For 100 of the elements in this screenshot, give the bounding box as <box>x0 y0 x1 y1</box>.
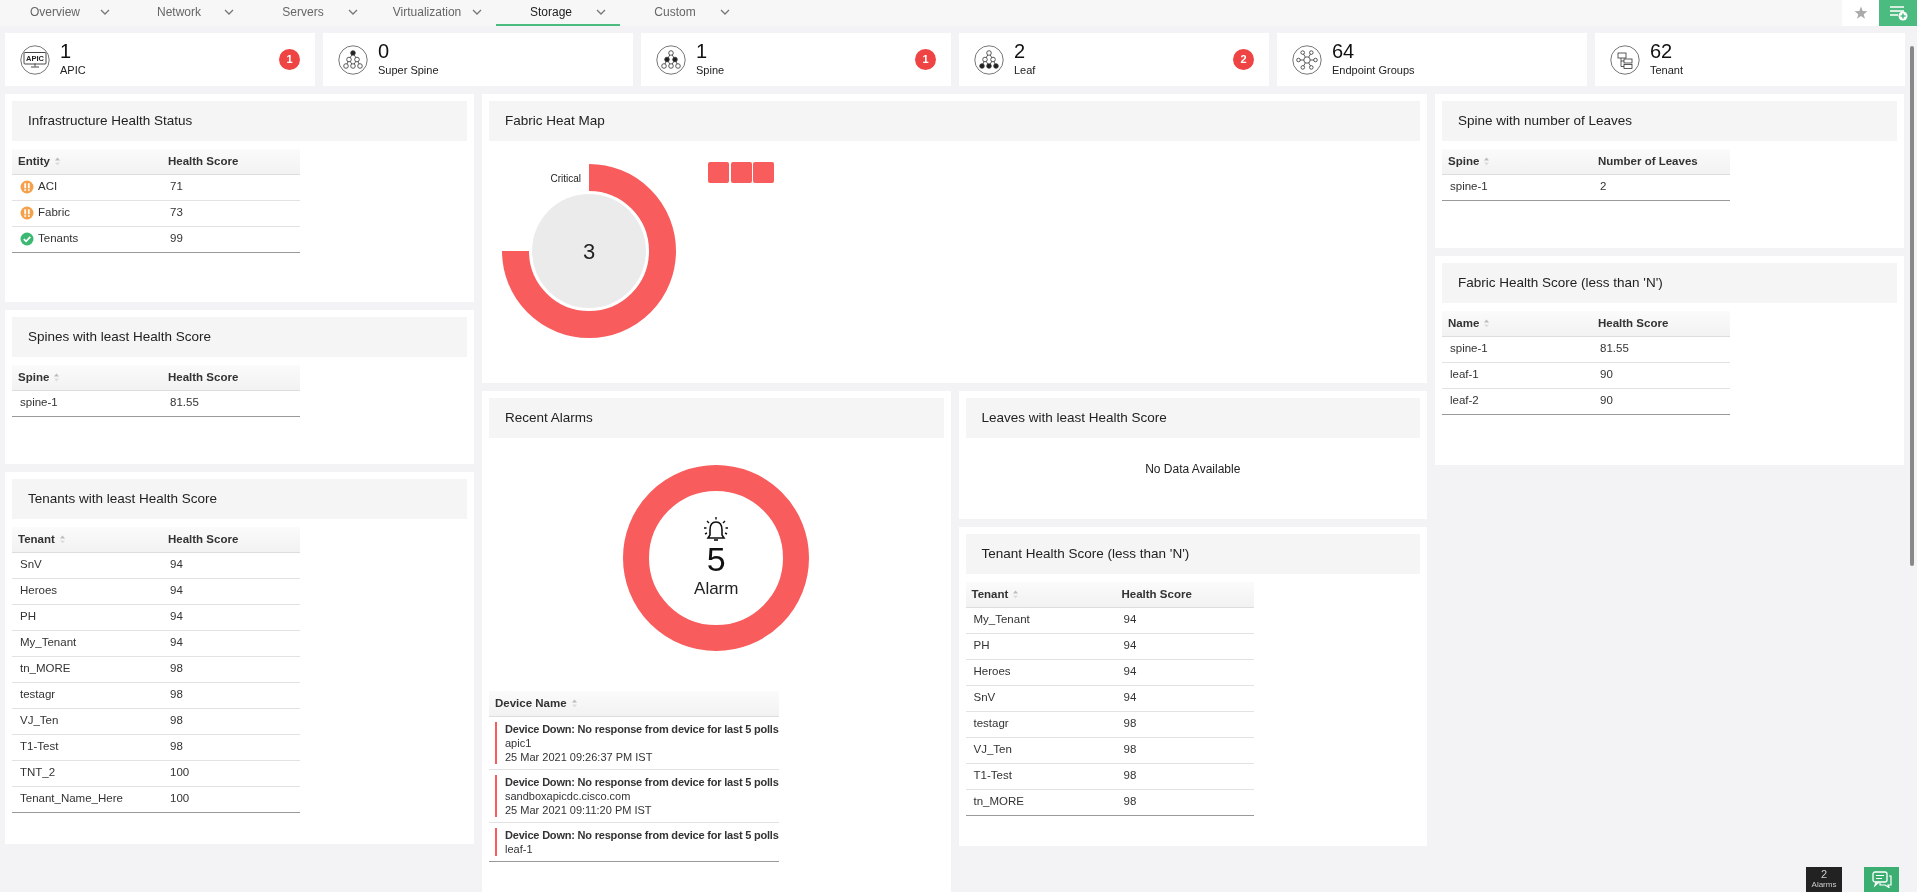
center-value: 3 <box>582 239 596 264</box>
alarm-message: Device Down: No response from device for last 5 polls <box>505 774 779 789</box>
chevron-icon <box>100 9 110 15</box>
table-cell: 98 <box>1115 789 1254 815</box>
tab[interactable]: Custom <box>620 0 744 26</box>
table-cell: 94 <box>1115 633 1254 659</box>
panel-title-bar: Tenants with least Health Score <box>12 479 467 519</box>
empty-message: No Data Available <box>1144 461 1242 478</box>
alarm-time: 25 Mar 2021 09:11:20 PM IST <box>505 802 653 817</box>
table-cell: 81.55 <box>1592 336 1730 362</box>
device-name: leaf-1 <box>505 841 534 856</box>
column-header[interactable]: Spine <box>1448 152 1480 170</box>
hierarchy-icon <box>1610 44 1640 75</box>
chevron-icon <box>224 9 234 15</box>
alarm-counter-button[interactable]: 2 Alarms <box>1806 867 1842 892</box>
table-cell: 100 <box>162 760 300 786</box>
star-button[interactable] <box>1842 0 1879 26</box>
device-name: sandboxapicdc.cisco.com <box>505 788 632 803</box>
table-cell: leaf-1 <box>1442 362 1592 388</box>
table-cell: tn_MORE <box>965 789 1116 815</box>
table-cell: 94 <box>162 578 300 604</box>
chevron-icon <box>348 9 358 15</box>
table-cell: 98 <box>1115 737 1254 763</box>
table-cell: 94 <box>1115 607 1254 633</box>
heat-cell[interactable] <box>753 162 774 183</box>
scrollbar[interactable] <box>1910 46 1914 566</box>
table-cell: leaf-2 <box>1442 388 1592 414</box>
chat-button[interactable] <box>1864 867 1899 892</box>
panel-title-bar: Spine with number of Leaves <box>1442 101 1897 141</box>
table-cell: TNT_2 <box>12 760 162 786</box>
chevron-icon <box>720 9 730 15</box>
sort-icon[interactable] <box>1012 589 1020 599</box>
count-value: 1 <box>60 40 73 62</box>
chat-icon <box>1871 871 1892 888</box>
table-cell: My_Tenant <box>965 607 1116 633</box>
alarm-time: 25 Mar 2021 09:26:37 PM IST <box>505 749 654 764</box>
column-header[interactable]: Tenant <box>18 530 55 548</box>
alarm-entry[interactable]: Device Down: No response from device for last 5 polls sandboxapicdc.cisco.com 25 Mar 2021 09:11:20 PM IST <box>495 774 779 817</box>
sort-icon[interactable] <box>1483 318 1491 328</box>
sort-icon[interactable] <box>53 372 61 382</box>
table-cell: 98 <box>1115 711 1254 737</box>
network-tree-icon <box>974 44 1004 75</box>
tab[interactable]: Virtualization <box>372 0 496 26</box>
column-header[interactable]: Entity <box>18 152 50 170</box>
table-cell: PH <box>965 633 1116 659</box>
table-cell: 98 <box>1115 763 1254 789</box>
table-cell: 99 <box>162 226 300 252</box>
table-cell: SnV <box>965 685 1116 711</box>
table-cell: 98 <box>162 656 300 682</box>
count-label: APIC <box>60 62 86 78</box>
column-header[interactable]: Device Name <box>495 694 567 712</box>
table-cell: spine-1 <box>1442 174 1592 200</box>
alert-badge[interactable]: 1 <box>279 49 300 70</box>
alert-badge[interactable]: 1 <box>915 49 936 70</box>
panel-title-bar: Infrastructure Health Status <box>12 101 467 141</box>
table-cell: 94 <box>1115 659 1254 685</box>
tab[interactable]: Servers <box>248 0 372 26</box>
add-widget-button[interactable] <box>1879 0 1917 26</box>
sort-icon[interactable] <box>1483 156 1491 166</box>
count-label: Super Spine <box>378 62 439 78</box>
count-label: Endpoint Groups <box>1332 62 1415 78</box>
table-cell: 90 <box>1592 362 1730 388</box>
table-cell-text: ACI <box>38 179 58 195</box>
table-cell-text: Tenants <box>38 231 79 247</box>
panel-title-bar: Fabric Heat Map <box>489 101 1420 141</box>
alarm-count: 5 <box>706 541 726 576</box>
column-header[interactable]: Name <box>1448 314 1480 332</box>
sort-icon[interactable] <box>58 534 66 544</box>
alarm-entry[interactable]: Device Down: No response from device for last 5 polls apic1 25 Mar 2021 09:26:37 PM IST <box>495 721 779 764</box>
heat-cell[interactable] <box>708 162 729 183</box>
alert-badge[interactable]: 2 <box>1233 49 1254 70</box>
table-cell: VJ_Ten <box>965 737 1116 763</box>
tab[interactable]: Storage <box>496 0 620 26</box>
tab[interactable]: Network <box>124 0 248 26</box>
table-cell: SnV <box>12 552 162 578</box>
count-label: Leaf <box>1014 62 1036 78</box>
chevron-icon <box>472 9 482 15</box>
alarm-entry[interactable]: Device Down: No response from device for last 5 polls leaf-1 <box>495 827 779 856</box>
add-list-icon <box>1888 5 1908 21</box>
sort-icon[interactable] <box>570 698 578 708</box>
hub-icon <box>1292 44 1322 75</box>
alarm-message: Device Down: No response from device for last 5 polls <box>505 721 779 736</box>
column-header[interactable]: Tenant <box>971 585 1009 603</box>
table-cell: 98 <box>162 682 300 708</box>
sort-icon[interactable] <box>53 156 61 166</box>
heat-cell[interactable] <box>730 162 752 183</box>
count-value: 1 <box>696 40 709 62</box>
table-cell: spine-1 <box>1442 336 1592 362</box>
panel-title-bar: Leaves with least Health Score <box>965 398 1420 438</box>
table-cell: 94 <box>162 604 300 630</box>
count-value: 2 <box>1014 40 1027 62</box>
table-cell: testagr <box>965 711 1116 737</box>
column-header[interactable]: Spine <box>18 368 50 386</box>
panel-title-bar: Fabric Health Score (less than 'N') <box>1442 263 1897 303</box>
alarm-message: Device Down: No response from device for last 5 polls <box>505 827 779 842</box>
alarm-count-label: Alarm <box>694 577 739 600</box>
tab[interactable]: Overview <box>0 0 124 26</box>
panel-title-bar: Recent Alarms <box>489 398 944 438</box>
table-cell-text: Fabric <box>38 205 70 221</box>
table-cell: tn_MORE <box>12 656 162 682</box>
